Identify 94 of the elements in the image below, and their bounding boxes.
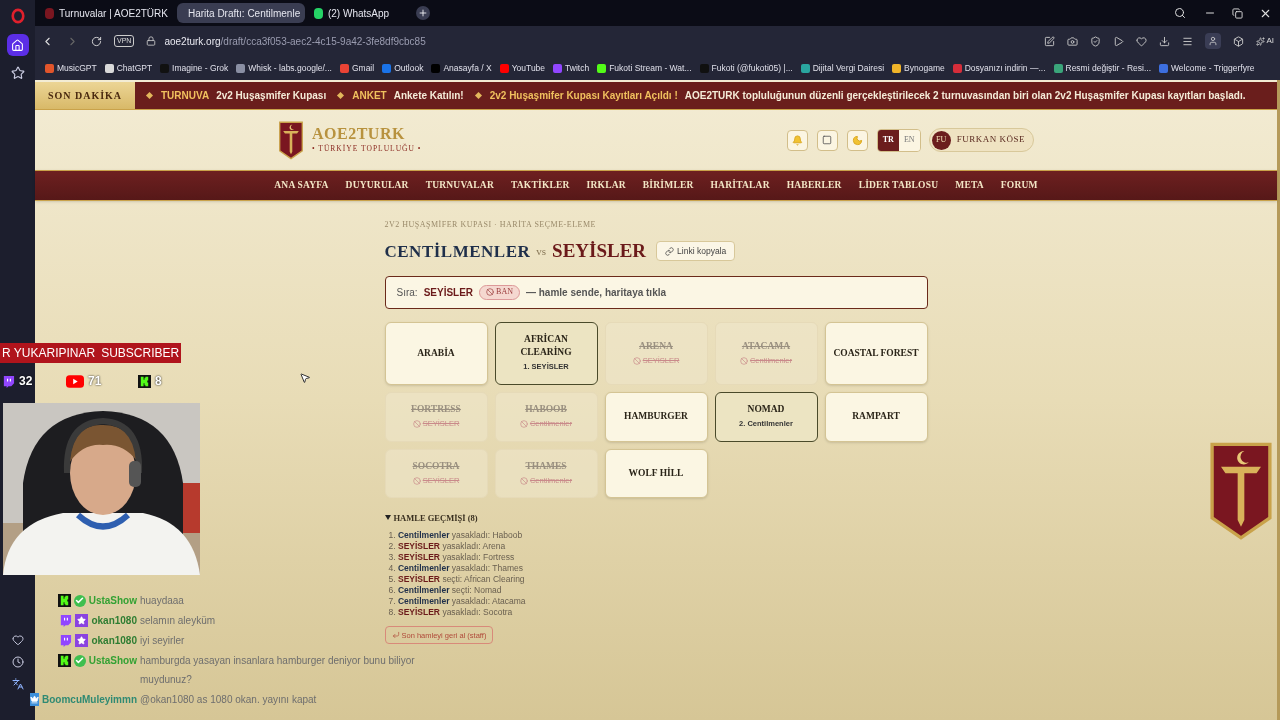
user-name: FURKAN KÖSE xyxy=(956,133,1025,147)
chat-message: iyi seyirler xyxy=(140,634,185,648)
chat-username: okan1080 xyxy=(91,614,137,627)
nav-link[interactable]: FORUM xyxy=(1000,178,1038,193)
nav-link[interactable]: TURNUVALAR xyxy=(425,178,494,193)
bookmark[interactable]: YouTube xyxy=(499,61,546,75)
history-entry: 8. SEYİSLER yasakladı: Socotra xyxy=(388,607,514,619)
bookmark[interactable]: Fukoti Stream - Wat... xyxy=(597,61,692,75)
nav-link[interactable]: IRKLAR xyxy=(586,178,626,193)
bookmark[interactable]: Dosyanızı indirin —... xyxy=(952,61,1046,75)
map-card[interactable]: HAMBURGER xyxy=(604,391,708,442)
bookmark[interactable]: Whisk - labs.google/... xyxy=(236,61,332,75)
bookmark[interactable]: Welcome - Triggerfyre xyxy=(1159,61,1255,75)
nav-link[interactable]: BİRİMLER xyxy=(642,178,694,193)
map-card[interactable]: COASTAL FOREST xyxy=(824,321,928,385)
turn-message: — hamle sende, haritaya tıkla xyxy=(526,285,667,300)
map-name: HABOOB xyxy=(524,403,568,417)
bookmark[interactable]: Twitch xyxy=(553,61,590,75)
map-name: SOCOTRA xyxy=(411,459,461,473)
ticker-text: AOE2TURK topluluğunun düzenli gerçekleştirilecek 2 turnuvasından biri olan 2v2 Huşaşmifer Kupası kayıtları başladı. xyxy=(684,89,1246,103)
bookmark[interactable]: Outlook xyxy=(382,61,424,75)
nav-link[interactable]: DUYURULAR xyxy=(345,178,409,193)
language-toggle[interactable]: EN xyxy=(898,129,920,151)
subscriber-name: R YUKARIPINAR xyxy=(2,345,96,362)
nav-link[interactable]: LİDER TABLOSU xyxy=(858,178,939,193)
nav-link[interactable]: META xyxy=(955,178,984,193)
bookmark[interactable]: Anasayfa / X xyxy=(431,61,492,75)
chat-message: @okan1080 as 1080 okan. yayını kapat xyxy=(140,693,317,707)
browser-tab[interactable]: Turnuvalar | AOE2TÜRK xyxy=(39,3,174,23)
map-name: RAMPART xyxy=(851,410,901,423)
nav-link[interactable]: ANA SAYFA xyxy=(274,178,329,193)
browser-tab[interactable]: Harita Draftı: Centilmenle xyxy=(176,3,305,23)
history-toggle[interactable]: HAMLE GEÇMİŞİ (8) xyxy=(384,511,928,525)
map-name: NOMAD xyxy=(746,403,786,417)
language-toggle[interactable]: TR xyxy=(877,129,899,151)
history-entry: 3. SEYİSLER yasakladı: Fortress xyxy=(388,552,516,564)
url-field[interactable]: aoe2turk.org/draft/cca3f053-aec2-4c15-9a42-3fe8df9cbc85 xyxy=(164,33,426,49)
chat-username: UstaShow xyxy=(88,654,137,667)
map-name: WOLF HİLL xyxy=(627,466,685,480)
history-entry: 2. SEYİSLER yasakladı: Arena xyxy=(388,541,507,552)
viewer-count: 8 xyxy=(155,373,162,390)
chat-message: huaydaaa xyxy=(140,594,184,608)
bookmark[interactable]: MusicGPT xyxy=(45,61,97,75)
ticker-text: 2v2 Huşaşmifer Kupası xyxy=(216,89,327,103)
map-card[interactable]: ARABİA xyxy=(384,321,488,385)
home-team-title: CENTİLMENLER xyxy=(384,240,531,263)
map-name: ARABİA xyxy=(416,346,456,360)
viewer-count: 71 xyxy=(88,373,102,390)
turn-label: Sıra: xyxy=(396,285,418,300)
nav-link[interactable]: HARİTALAR xyxy=(710,178,770,193)
map-name: COASTAL FOREST xyxy=(832,346,920,360)
bookmark[interactable]: Fukoti (@fukoti05) |... xyxy=(699,61,793,75)
map-name: ATACAMA xyxy=(740,339,792,353)
browser-tab[interactable]: (2) WhatsApp xyxy=(307,3,396,23)
turn-team: SEYİSLER xyxy=(423,285,474,300)
subscriber-label: SUBSCRIBER xyxy=(101,345,180,362)
ban-badge: BAN xyxy=(479,284,520,300)
versus-label: vs xyxy=(536,244,547,259)
map-card[interactable]: WOLF HİLL xyxy=(604,448,708,498)
bookmark[interactable]: Dijital Vergi Dairesi xyxy=(800,61,885,75)
nav-link[interactable]: TAKTİKLER xyxy=(510,178,570,193)
ticker-tag: TURNUVA xyxy=(161,88,210,103)
chat-message: hamburgda yasayan insanlara hamburger deniyor bunu biliyor muydunuz? xyxy=(140,654,416,687)
chat-username: BoomcuMuleyimmn xyxy=(42,693,137,706)
bookmark[interactable]: ChatGPT xyxy=(104,61,153,75)
ticker-tag: ANKET xyxy=(352,88,387,103)
nav-link[interactable]: HABERLER xyxy=(786,178,842,193)
history-entry: 7. Centilmenler yasakladı: Atacama xyxy=(388,596,527,607)
bookmark[interactable]: Imagine - Grok xyxy=(160,61,229,75)
history-entry: 1. Centilmenler yasakladı: Haboob xyxy=(388,530,524,541)
ticker-label: SON DAKİKA xyxy=(35,82,135,109)
history-entry: 4. Centilmenler yasakladı: Thames xyxy=(388,563,525,574)
user-menu[interactable]: FU FURKAN KÖSE xyxy=(928,128,1034,152)
bookmark[interactable]: Gmail xyxy=(339,61,375,75)
bookmark[interactable]: Resmi değiştir - Resi... xyxy=(1053,61,1151,75)
ai-button[interactable]: AI xyxy=(1256,35,1274,47)
viewer-count: 32 xyxy=(19,373,33,390)
ticker-tag: 2v2 Huşaşmifer Kupası Kayıtları Açıldı ! xyxy=(489,88,678,103)
chat-username: UstaShow xyxy=(88,594,137,607)
map-card[interactable]: RAMPART xyxy=(824,391,928,442)
map-name: FORTRESS xyxy=(410,403,462,417)
copy-link-button[interactable]: Linki kopyala xyxy=(656,241,736,262)
history-entry: 6. Centilmenler seçti: Nomad xyxy=(388,585,503,597)
map-name: ARENA xyxy=(638,339,674,353)
map-name: HAMBURGER xyxy=(623,410,689,423)
map-name: AFRİCAN CLEARİNG xyxy=(519,333,573,360)
ticker-text: Ankete Katılın! xyxy=(393,89,464,103)
chat-username: okan1080 xyxy=(91,634,137,647)
history-entry: 5. SEYİSLER seçti: African Clearing xyxy=(388,574,526,586)
away-team-title: SEYİSLER xyxy=(552,239,647,263)
bookmark[interactable]: Bynogame xyxy=(892,61,945,75)
user-avatar: FU xyxy=(931,130,951,150)
map-name: THAMES xyxy=(524,459,568,473)
chat-message: selamın aleyküm xyxy=(140,614,216,628)
